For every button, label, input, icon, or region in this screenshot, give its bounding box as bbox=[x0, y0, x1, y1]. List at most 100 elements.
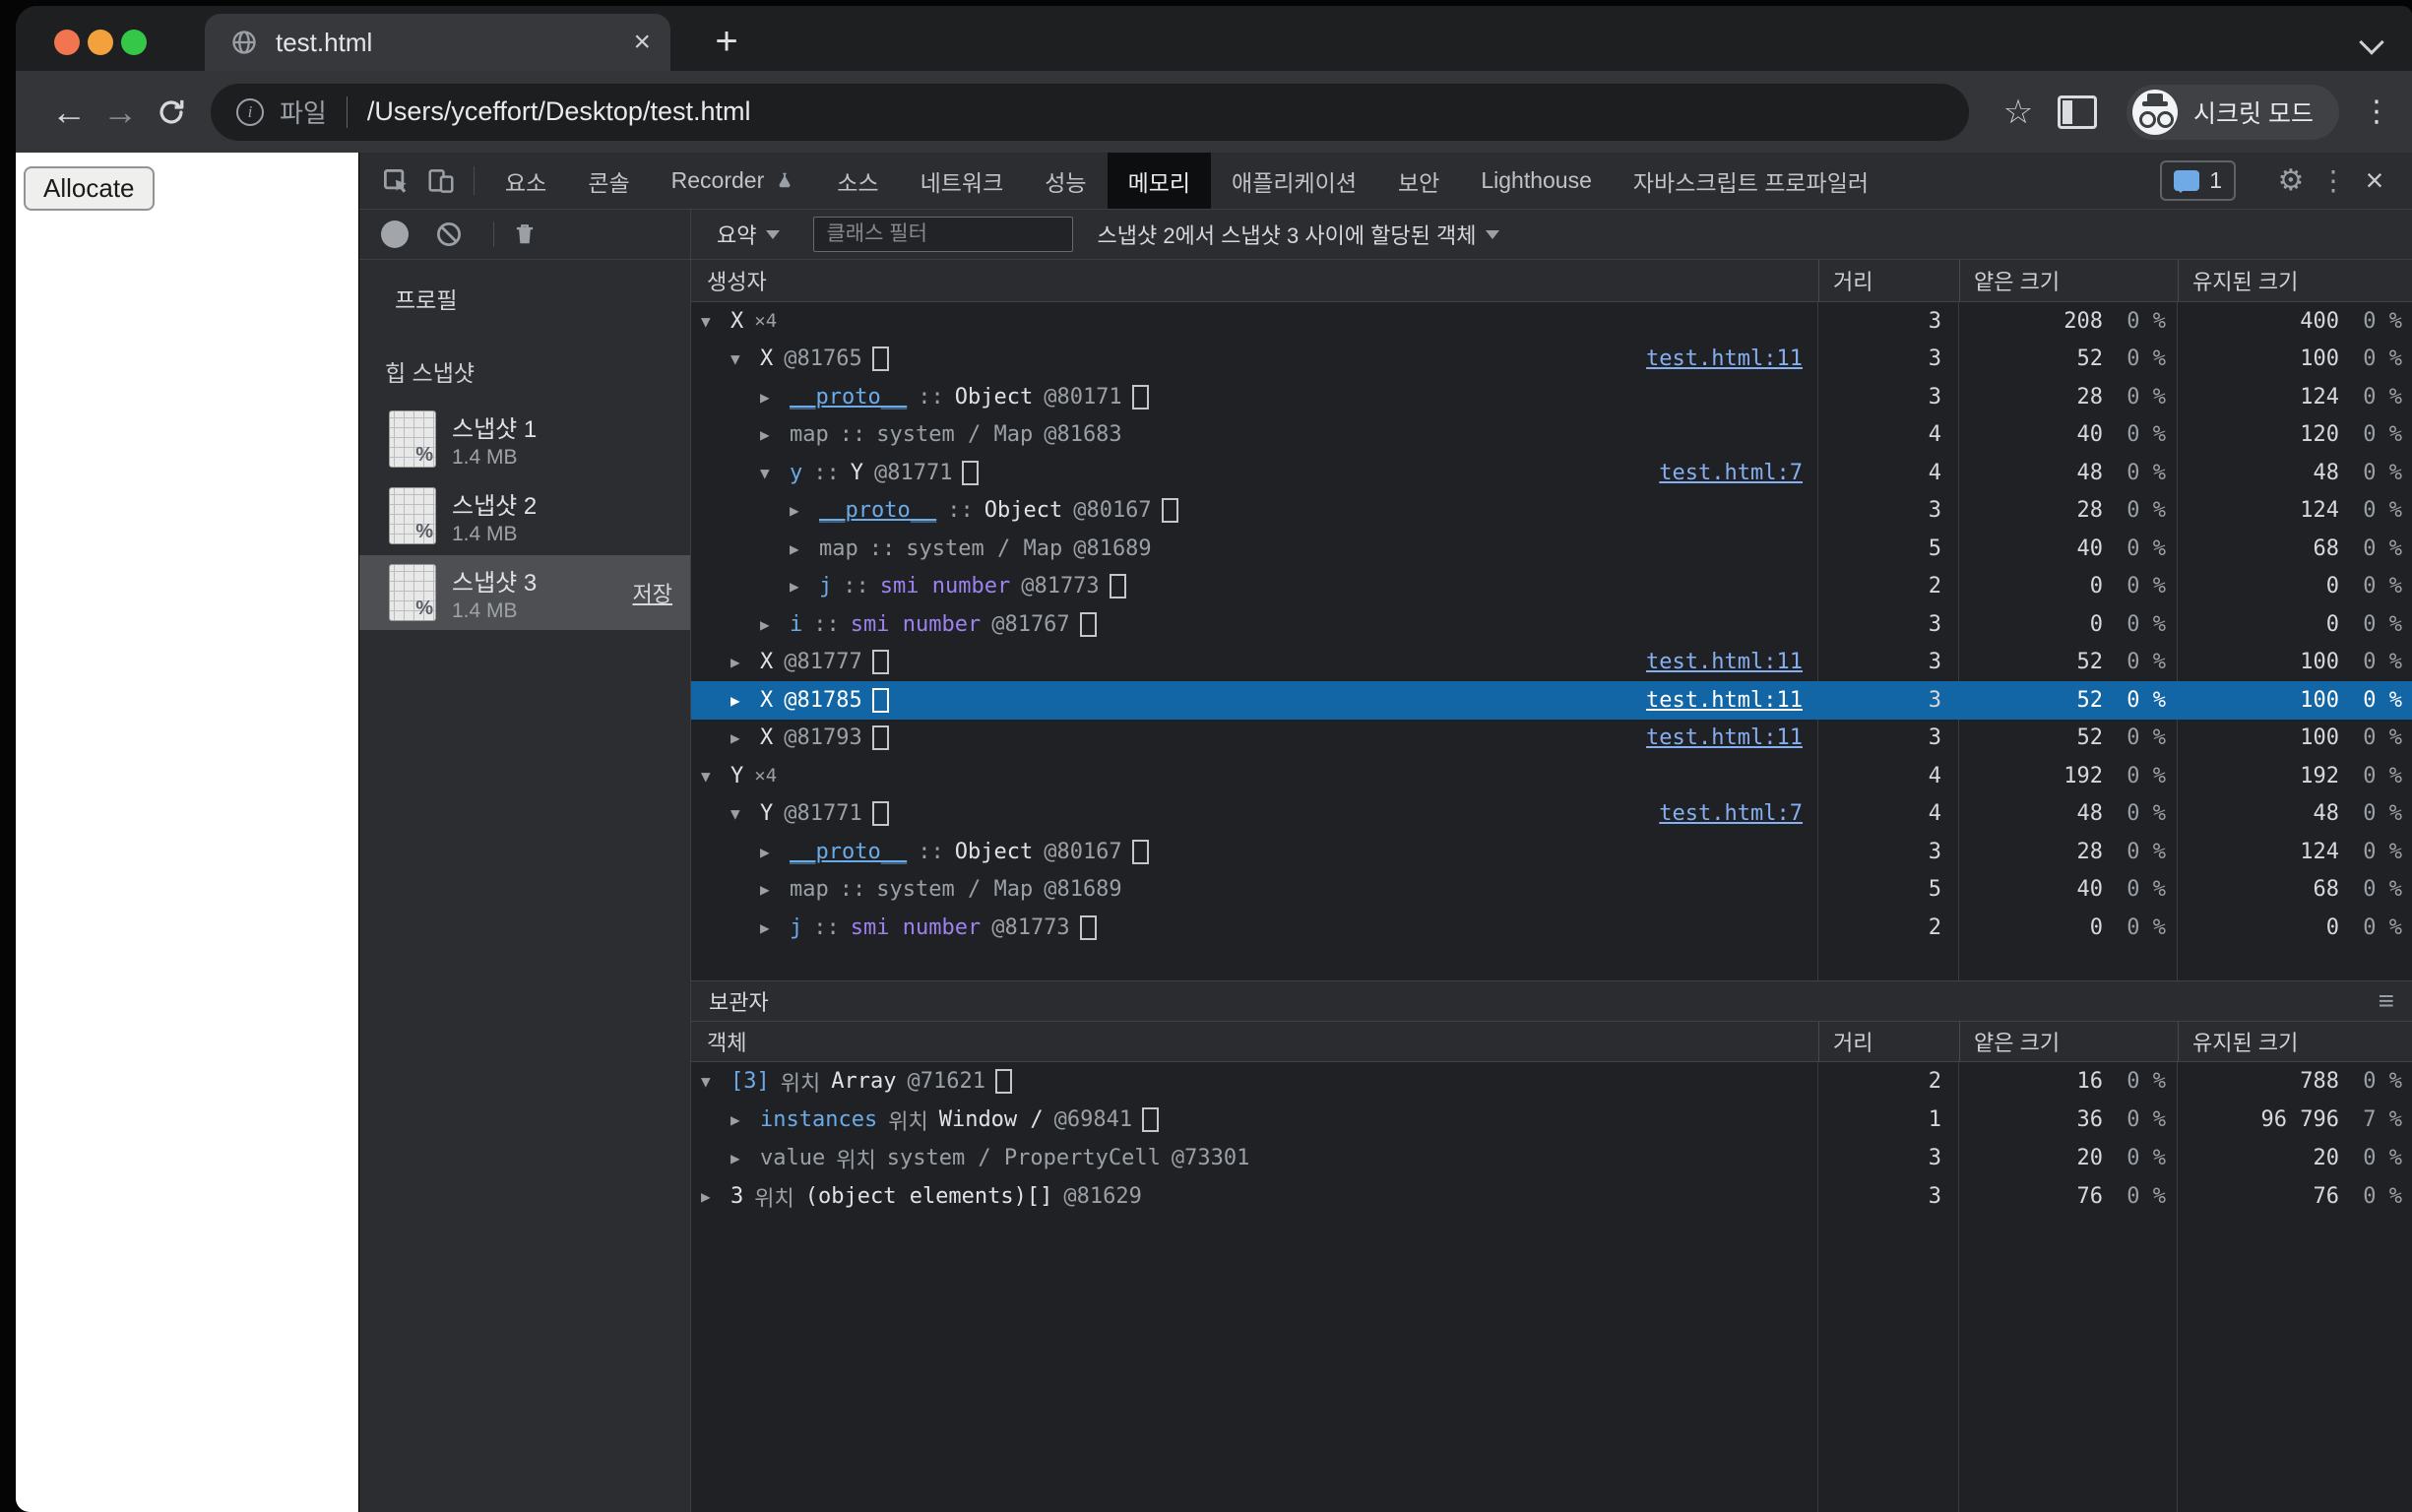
device-toolbar-icon[interactable] bbox=[418, 153, 464, 209]
back-button[interactable]: ← bbox=[43, 92, 95, 133]
issues-badge[interactable]: 1 bbox=[2160, 160, 2236, 201]
heap-row[interactable]: ▶X@81777test.html:113520 %1000 % bbox=[691, 644, 2412, 682]
snapshot-item[interactable]: 스냅샷 11.4 MB bbox=[359, 402, 690, 476]
heap-row[interactable]: ▶i::smi number@81767300 %00 % bbox=[691, 605, 2412, 644]
trash-icon[interactable] bbox=[510, 220, 540, 248]
heap-row[interactable]: ▶__proto__::Object@801713280 %1240 % bbox=[691, 378, 2412, 416]
column-retained-size[interactable]: 유지된 크기 bbox=[2178, 260, 2412, 301]
heap-row[interactable]: ▼[3]위치Array@716212160 %7880 % bbox=[691, 1062, 2412, 1101]
tab-close-icon[interactable]: × bbox=[633, 28, 651, 57]
heap-row[interactable]: ▶value위치system / PropertyCell@733013200 … bbox=[691, 1139, 2412, 1177]
collapsed-arrow-icon[interactable]: ▶ bbox=[730, 1110, 760, 1129]
collapsed-arrow-icon[interactable]: ▶ bbox=[790, 577, 819, 596]
bookmark-star-icon[interactable]: ☆ bbox=[1993, 93, 2044, 132]
devtools-close-icon[interactable]: × bbox=[2353, 162, 2396, 199]
expanded-arrow-icon[interactable]: ▼ bbox=[730, 804, 760, 823]
settings-gear-icon[interactable]: ⚙ bbox=[2268, 163, 2314, 198]
source-link[interactable]: test.html:7 bbox=[1659, 461, 1818, 485]
heap-row[interactable]: ▼X@81765test.html:113520 %1000 % bbox=[691, 341, 2412, 379]
new-tab-button[interactable]: + bbox=[705, 20, 748, 63]
devtools-tab-메모리[interactable]: 메모리 bbox=[1108, 153, 1211, 209]
reload-button[interactable] bbox=[146, 95, 197, 129]
collapsed-arrow-icon[interactable]: ▶ bbox=[760, 388, 790, 407]
browser-menu-kebab-icon[interactable]: ⋮ bbox=[2355, 94, 2398, 129]
expanded-arrow-icon[interactable]: ▼ bbox=[760, 464, 790, 482]
column-object[interactable]: 객체 bbox=[691, 1022, 1818, 1061]
source-link[interactable]: test.html:11 bbox=[1646, 688, 1818, 713]
snapshot-item[interactable]: 스냅샷 31.4 MB저장 bbox=[359, 555, 690, 630]
heap-row[interactable]: ▶3위치(object elements)[]@816293760 %760 % bbox=[691, 1177, 2412, 1216]
collapsed-arrow-icon[interactable]: ▶ bbox=[730, 653, 760, 671]
source-link[interactable]: test.html:11 bbox=[1646, 725, 1818, 750]
collapsed-arrow-icon[interactable]: ▶ bbox=[701, 1187, 730, 1206]
heap-row[interactable]: ▶map::system / Map@816834400 %1200 % bbox=[691, 416, 2412, 455]
heap-row[interactable]: ▶__proto__::Object@801673280 %1240 % bbox=[691, 492, 2412, 531]
expanded-arrow-icon[interactable]: ▼ bbox=[701, 767, 730, 786]
devtools-tab-성능[interactable]: 성능 bbox=[1024, 153, 1107, 209]
heap-row[interactable]: ▼X×432080 %4000 % bbox=[691, 302, 2412, 341]
expanded-arrow-icon[interactable]: ▼ bbox=[730, 349, 760, 368]
allocate-button[interactable]: Allocate bbox=[24, 166, 155, 211]
heap-row[interactable]: ▶__proto__::Object@801673280 %1240 % bbox=[691, 833, 2412, 871]
expanded-arrow-icon[interactable]: ▼ bbox=[701, 1072, 730, 1091]
collapsed-arrow-icon[interactable]: ▶ bbox=[760, 425, 790, 444]
devtools-tab-보안[interactable]: 보안 bbox=[1377, 153, 1460, 209]
hamburger-menu-icon[interactable]: ≡ bbox=[2379, 985, 2394, 1017]
inspect-cursor-icon[interactable] bbox=[373, 153, 418, 209]
collapsed-arrow-icon[interactable]: ▶ bbox=[760, 918, 790, 937]
expanded-arrow-icon[interactable]: ▼ bbox=[701, 312, 730, 331]
collapsed-arrow-icon[interactable]: ▶ bbox=[760, 843, 790, 861]
devtools-tab-Lighthouse[interactable]: Lighthouse bbox=[1460, 153, 1613, 209]
column-distance[interactable]: 거리 bbox=[1818, 260, 1959, 301]
devtools-tab-자바스크립트 프로파일러[interactable]: 자바스크립트 프로파일러 bbox=[1613, 153, 1889, 209]
heap-row[interactable]: ▶map::system / Map@816895400 %680 % bbox=[691, 871, 2412, 910]
browser-tab[interactable]: test.html × bbox=[205, 14, 670, 71]
snapshot-save-link[interactable]: 저장 bbox=[633, 577, 672, 608]
tab-search-chevron-icon[interactable] bbox=[2359, 30, 2383, 54]
heap-row[interactable]: ▶X@81785test.html:113520 %1000 % bbox=[691, 681, 2412, 720]
side-panel-icon[interactable] bbox=[2058, 95, 2097, 129]
devtools-tab-콘솔[interactable]: 콘솔 bbox=[567, 153, 650, 209]
devtools-tab-애플리케이션[interactable]: 애플리케이션 bbox=[1211, 153, 1377, 209]
collapsed-arrow-icon[interactable]: ▶ bbox=[730, 691, 760, 710]
perspective-dropdown[interactable]: 요약 bbox=[717, 219, 780, 250]
devtools-tab-요소[interactable]: 요소 bbox=[484, 153, 567, 209]
heap-row[interactable]: ▶j::smi number@81773200 %00 % bbox=[691, 909, 2412, 947]
column-constructor[interactable]: 생성자 bbox=[691, 260, 1818, 301]
source-link[interactable]: test.html:7 bbox=[1659, 801, 1818, 826]
collapsed-arrow-icon[interactable]: ▶ bbox=[760, 615, 790, 634]
devtools-tab-네트워크[interactable]: 네트워크 bbox=[900, 153, 1025, 209]
devtools-menu-kebab-icon[interactable]: ⋮ bbox=[2314, 164, 2353, 197]
heap-row[interactable]: ▶map::system / Map@816895400 %680 % bbox=[691, 530, 2412, 568]
column-retained-size[interactable]: 유지된 크기 bbox=[2178, 1022, 2412, 1061]
heap-row[interactable]: ▶j::smi number@81773200 %00 % bbox=[691, 568, 2412, 606]
window-zoom-button[interactable] bbox=[121, 30, 147, 55]
heap-row[interactable]: ▼Y×441920 %1920 % bbox=[691, 757, 2412, 795]
clear-all-block-icon[interactable] bbox=[434, 220, 464, 249]
collapsed-arrow-icon[interactable]: ▶ bbox=[760, 880, 790, 899]
class-filter-input[interactable] bbox=[813, 217, 1073, 252]
snapshot-item[interactable]: 스냅샷 21.4 MB bbox=[359, 478, 690, 553]
address-bar[interactable]: i 파일 /Users/yceffort/Desktop/test.html bbox=[211, 84, 1969, 141]
window-close-button[interactable] bbox=[54, 30, 80, 55]
record-circle-icon[interactable] bbox=[381, 220, 409, 248]
forward-button[interactable]: → bbox=[95, 92, 146, 133]
collapsed-arrow-icon[interactable]: ▶ bbox=[730, 1149, 760, 1167]
heap-row[interactable]: ▼Y@81771test.html:74480 %480 % bbox=[691, 795, 2412, 834]
snapshot-range-dropdown[interactable]: 스냅샷 2에서 스냅샷 3 사이에 할당된 객체 bbox=[1097, 219, 1499, 250]
heap-row[interactable]: ▼y::Y@81771test.html:74480 %480 % bbox=[691, 454, 2412, 492]
column-distance[interactable]: 거리 bbox=[1818, 1022, 1959, 1061]
devtools-tab-소스[interactable]: 소스 bbox=[816, 153, 899, 209]
collapsed-arrow-icon[interactable]: ▶ bbox=[790, 539, 819, 558]
heap-row[interactable]: ▶X@81793test.html:113520 %1000 % bbox=[691, 720, 2412, 758]
column-shallow-size[interactable]: 얕은 크기 bbox=[1959, 260, 2178, 301]
source-link[interactable]: test.html:11 bbox=[1646, 650, 1818, 674]
collapsed-arrow-icon[interactable]: ▶ bbox=[790, 501, 819, 520]
devtools-tab-Recorder[interactable]: Recorder bbox=[651, 153, 817, 209]
info-icon[interactable]: i bbox=[236, 98, 264, 126]
column-shallow-size[interactable]: 얕은 크기 bbox=[1959, 1022, 2178, 1061]
heap-row[interactable]: ▶instances위치Window /@698411360 %96 7967 … bbox=[691, 1101, 2412, 1139]
collapsed-arrow-icon[interactable]: ▶ bbox=[730, 728, 760, 747]
source-link[interactable]: test.html:11 bbox=[1646, 346, 1818, 371]
window-minimize-button[interactable] bbox=[88, 30, 113, 55]
